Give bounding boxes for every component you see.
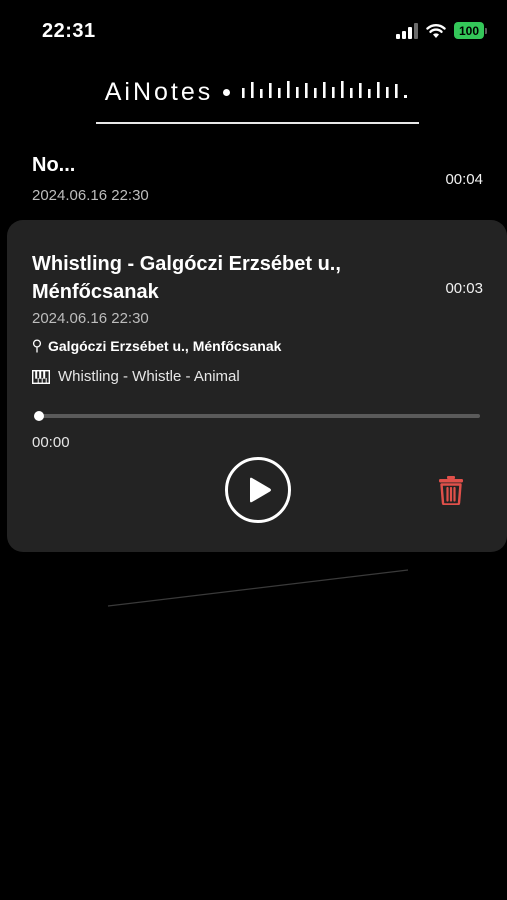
status-indicators: 100 xyxy=(396,22,487,39)
note-item-expanded[interactable]: Whistling - Galgóczi Erzsébet u., Ménfőc… xyxy=(7,220,507,552)
note-title: Whistling - Galgóczi Erzsébet u., Ménfőc… xyxy=(32,253,341,303)
app-title: AiNotes xyxy=(104,77,214,106)
app-title-row: AiNotes xyxy=(96,72,419,112)
battery-level: 100 xyxy=(454,22,484,39)
progress-slider[interactable] xyxy=(34,411,480,421)
note-tags-label: Whistling - Whistle - Animal xyxy=(58,368,240,385)
note-date: 2024.06.16 22:30 xyxy=(32,310,149,327)
note-title: No... xyxy=(32,154,76,176)
play-button[interactable] xyxy=(225,457,291,523)
battery-cap xyxy=(485,27,487,34)
header-underline xyxy=(96,122,419,124)
note-duration: 00:03 xyxy=(445,280,483,297)
piano-icon xyxy=(32,369,50,384)
signal-icon xyxy=(396,22,418,39)
note-date: 2024.06.16 22:30 xyxy=(32,187,149,204)
status-time: 22:31 xyxy=(42,20,96,42)
screen: 22:31 100 AiNotes No... 2024.06.16 22:30… xyxy=(0,0,507,900)
note-duration: 00:04 xyxy=(445,171,483,188)
waveform-icon xyxy=(242,81,408,98)
app-header: AiNotes xyxy=(96,72,419,124)
elapsed-time: 00:00 xyxy=(32,434,70,451)
delete-button[interactable] xyxy=(435,475,467,507)
wifi-icon xyxy=(426,23,446,38)
dot-separator-icon xyxy=(223,88,231,96)
note-item-collapsed[interactable]: No... 2024.06.16 22:30 00:04 xyxy=(0,146,507,220)
pin-icon xyxy=(32,339,42,353)
note-location: Galgóczi Erzsébet u., Ménfőcsanak xyxy=(32,338,281,354)
progress-thumb[interactable] xyxy=(34,411,44,421)
note-location-label: Galgóczi Erzsébet u., Ménfőcsanak xyxy=(48,338,282,354)
status-bar: 22:31 100 xyxy=(0,0,507,62)
trash-icon xyxy=(439,476,463,506)
note-tags: Whistling - Whistle - Animal xyxy=(32,368,240,385)
battery-icon: 100 xyxy=(454,22,487,39)
play-icon xyxy=(250,477,271,503)
